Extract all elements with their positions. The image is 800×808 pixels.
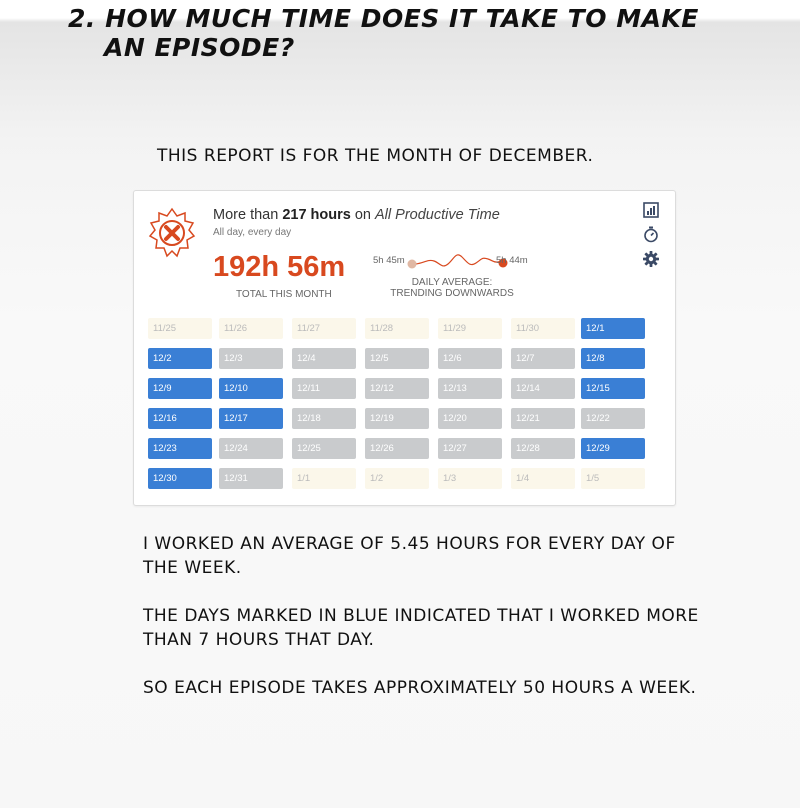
goal-schedule: All day, every day [213,227,292,238]
calendar-day[interactable]: 12/21 [511,408,575,429]
paragraph-episode-time: So each episode takes approximately 50 h… [143,678,697,698]
calendar-day[interactable]: 12/8 [581,348,645,369]
calendar-day[interactable]: 12/1 [581,318,645,339]
calendar-day[interactable]: 11/30 [511,318,575,339]
calendar-day[interactable]: 12/3 [219,348,283,369]
calendar-day[interactable]: 12/29 [581,438,645,459]
calendar-day[interactable]: 12/24 [219,438,283,459]
monthly-report-card: More than 217 hours on All Productive Ti… [133,190,676,506]
trend-start-value: 5h 45m [373,255,405,266]
calendar-day[interactable]: 12/20 [438,408,502,429]
calendar-day[interactable]: 12/12 [365,378,429,399]
calendar-day[interactable]: 12/26 [365,438,429,459]
calendar-day[interactable]: 12/31 [219,468,283,489]
calendar-day[interactable]: 11/29 [438,318,502,339]
calendar-day[interactable]: 11/26 [219,318,283,339]
comic-heading: 2. How much time does it take to make an… [68,4,748,62]
calendar-day[interactable]: 12/7 [511,348,575,369]
calendar-day[interactable]: 12/18 [292,408,356,429]
heading-line-1: 2. How much time does it take to make [68,4,699,33]
calendar-day[interactable]: 12/28 [511,438,575,459]
calendar-day[interactable]: 12/10 [219,378,283,399]
goal-hours: 217 hours [282,207,351,223]
trend-start-dot [407,259,417,269]
daily-average-line-2: TRENDING DOWNWARDS [390,287,514,299]
calendar-day[interactable]: 1/1 [292,468,356,489]
calendar-day[interactable]: 1/2 [365,468,429,489]
goal-on: on [350,207,376,223]
calendar-day[interactable]: 12/17 [219,408,283,429]
calendar-day[interactable]: 12/9 [148,378,212,399]
calendar-day[interactable]: 12/11 [292,378,356,399]
goal-category-link[interactable]: All Productive Time [375,207,500,223]
intro-text: This report is for the month of December… [157,146,594,166]
calendar-day[interactable]: 12/15 [581,378,645,399]
daily-average-line-1: DAILY AVERAGE: [411,277,493,288]
calendar-day[interactable]: 11/28 [365,318,429,339]
calendar-day[interactable]: 11/27 [292,318,356,339]
calendar-day[interactable]: 12/13 [438,378,502,399]
total-label: TOTAL THIS MONTH [236,289,332,300]
goal-description: More than 217 hours on All Productive Ti… [213,207,500,223]
stopwatch-icon[interactable] [642,225,660,243]
calendar-day[interactable]: 12/14 [511,378,575,399]
calendar-day[interactable]: 12/5 [365,348,429,369]
calendar-day[interactable]: 12/27 [438,438,502,459]
heading-line-2: an episode? [104,33,295,62]
bar-chart-icon[interactable] [642,201,660,219]
daily-average-label: DAILY AVERAGE: TRENDING DOWNWARDS [382,277,522,299]
calendar-day[interactable]: 12/22 [581,408,645,429]
calendar-day[interactable]: 1/4 [511,468,575,489]
goal-failed-icon [148,207,196,258]
total-time: 192h 56m [213,251,346,283]
gear-icon[interactable] [642,250,660,268]
calendar-day[interactable]: 12/4 [292,348,356,369]
goal-prefix: More than [213,207,283,223]
calendar-day[interactable]: 12/2 [148,348,212,369]
calendar-day[interactable]: 12/30 [148,468,212,489]
paragraph-average: I worked an average of 5.45 hours for ev… [143,534,676,578]
paragraph-blue-days: The days marked in blue indicated that I… [143,606,699,650]
calendar-day[interactable]: 11/25 [148,318,212,339]
calendar-day[interactable]: 12/25 [292,438,356,459]
calendar-day[interactable]: 1/3 [438,468,502,489]
calendar-day[interactable]: 12/23 [148,438,212,459]
calendar-day[interactable]: 1/5 [581,468,645,489]
calendar-day[interactable]: 12/6 [438,348,502,369]
calendar-day[interactable]: 12/19 [365,408,429,429]
calendar-day[interactable]: 12/16 [148,408,212,429]
trend-end-value: 5h 44m [496,255,528,266]
